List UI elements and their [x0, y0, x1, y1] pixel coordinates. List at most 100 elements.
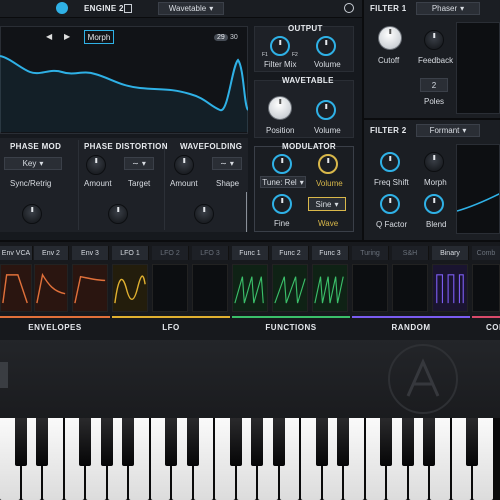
- filter2-type-dropdown[interactable]: Formant ▾: [416, 124, 480, 137]
- tab-env-vca[interactable]: Env VCA: [0, 246, 33, 260]
- black-key[interactable]: [423, 418, 435, 466]
- tab-func-3[interactable]: Func 3: [312, 246, 349, 260]
- black-keys[interactable]: [0, 418, 500, 466]
- prev-arrow-icon[interactable]: ◀: [46, 32, 52, 41]
- pd-knob[interactable]: [108, 204, 128, 224]
- tab-binary[interactable]: Binary: [432, 246, 469, 260]
- blend-knob[interactable]: [424, 194, 444, 214]
- filter1-type-dropdown[interactable]: Phaser ▾: [416, 2, 480, 15]
- q-factor-knob[interactable]: [380, 194, 400, 214]
- func-1-slot[interactable]: [232, 264, 268, 312]
- black-key[interactable]: [79, 418, 91, 466]
- pd-amount-knob[interactable]: [86, 155, 106, 175]
- wavetable-title: WAVETABLE: [282, 76, 334, 85]
- env-3-slot[interactable]: [72, 264, 108, 312]
- freq-shift-knob[interactable]: [380, 152, 400, 172]
- tab-lfo-1[interactable]: LFO 1: [112, 246, 149, 260]
- sync-retrig-label: Sync/Retrig: [10, 179, 52, 188]
- wf-knob[interactable]: [194, 204, 214, 224]
- tab-func-1[interactable]: Func 1: [232, 246, 269, 260]
- black-key[interactable]: [380, 418, 392, 466]
- section-envelopes: ENVELOPES: [28, 322, 82, 332]
- modulator-volume-knob[interactable]: [318, 154, 338, 174]
- wave-shape-label: Sine: [315, 199, 332, 209]
- black-key[interactable]: [272, 418, 285, 466]
- func-2-slot[interactable]: [272, 264, 308, 312]
- black-key[interactable]: [36, 418, 48, 466]
- black-key[interactable]: [466, 418, 478, 466]
- black-key[interactable]: [122, 418, 134, 466]
- tab-env-3[interactable]: Env 3: [72, 246, 109, 260]
- phase-mod-knob[interactable]: [22, 204, 42, 224]
- sh-slot[interactable]: [392, 264, 428, 312]
- filter1-graph: [456, 22, 500, 114]
- phase-distortion-title: PHASE DISTORTION: [84, 142, 168, 151]
- tune-mode-dropdown[interactable]: Tune: Rel ▾: [260, 176, 306, 188]
- black-key[interactable]: [229, 418, 242, 466]
- q-factor-label: Q Factor: [376, 220, 408, 229]
- black-key[interactable]: [14, 418, 27, 466]
- filter2-title: FILTER 2: [370, 126, 407, 135]
- tab-lfo-3[interactable]: LFO 3: [192, 246, 229, 260]
- position-knob[interactable]: [268, 96, 292, 120]
- engine2-power-icon[interactable]: [344, 3, 354, 13]
- binary-slot[interactable]: [432, 264, 468, 312]
- wf-amount-knob[interactable]: [174, 155, 194, 175]
- comb-slot[interactable]: [472, 264, 500, 312]
- cutoff-knob[interactable]: [378, 26, 402, 50]
- tab-comb[interactable]: Comb: [472, 246, 500, 260]
- tab-lfo-2[interactable]: LFO 2: [152, 246, 189, 260]
- poles-value[interactable]: 2: [420, 78, 448, 92]
- counter-a: 29: [214, 34, 228, 41]
- output-volume-knob[interactable]: [316, 36, 336, 56]
- waveform-graph: [0, 55, 248, 132]
- tab-env-2[interactable]: Env 2: [34, 246, 69, 260]
- lfo-2-slot[interactable]: [152, 264, 188, 312]
- pd-amount-label: Amount: [84, 179, 112, 188]
- wf-shape-dropdown[interactable]: ∼ ▾: [212, 157, 242, 170]
- black-key[interactable]: [401, 418, 414, 466]
- poles-label: Poles: [424, 97, 445, 106]
- power-icon[interactable]: [56, 2, 68, 14]
- wave-shape-dropdown[interactable]: Sine ▾: [308, 197, 346, 211]
- feedback-knob[interactable]: [424, 30, 444, 50]
- filter2-type-label: Formant: [429, 126, 460, 135]
- copy-icon[interactable]: [124, 4, 132, 13]
- next-arrow-icon[interactable]: ▶: [64, 32, 70, 41]
- section-lfo: LFO: [162, 322, 180, 332]
- engine2-mode-dropdown[interactable]: Wavetable ▾: [158, 2, 224, 15]
- section-random: RANDOM: [391, 322, 431, 332]
- tab-turing[interactable]: Turing: [352, 246, 389, 260]
- piano-keyboard[interactable]: [0, 418, 500, 500]
- tab-func-2[interactable]: Func 2: [272, 246, 309, 260]
- turing-slot[interactable]: [352, 264, 388, 312]
- filter1-title: FILTER 1: [370, 4, 407, 13]
- black-key[interactable]: [100, 418, 113, 466]
- engine2-title: ENGINE 2: [84, 4, 124, 13]
- black-key[interactable]: [315, 418, 328, 466]
- env-vca-slot[interactable]: [0, 264, 32, 312]
- fine-knob[interactable]: [272, 194, 292, 214]
- tune-knob[interactable]: [272, 154, 292, 174]
- morph-button[interactable]: Morph: [84, 30, 114, 44]
- routing-line: [246, 192, 247, 232]
- tab-sh[interactable]: S&H: [392, 246, 429, 260]
- morph-knob[interactable]: [424, 152, 444, 172]
- wavetable-volume-knob[interactable]: [316, 100, 336, 120]
- filter-mix-knob[interactable]: [270, 36, 290, 56]
- black-key[interactable]: [337, 418, 349, 466]
- phase-mod-key-dropdown[interactable]: Key ▾: [4, 157, 62, 170]
- fine-label: Fine: [274, 219, 290, 228]
- lfo-3-slot[interactable]: [192, 264, 228, 312]
- wave-icon: ∼: [132, 159, 139, 168]
- lfo-1-slot[interactable]: [112, 264, 148, 312]
- pd-target-dropdown[interactable]: ∼ ▾: [124, 157, 154, 170]
- black-key[interactable]: [165, 418, 177, 466]
- func-3-slot[interactable]: [312, 264, 348, 312]
- divider: [78, 140, 79, 230]
- phase-mod-title: PHASE MOD: [10, 142, 62, 151]
- env-2-slot[interactable]: [34, 264, 68, 312]
- black-key[interactable]: [251, 418, 263, 466]
- chevron-down-icon: ▾: [460, 4, 465, 13]
- black-key[interactable]: [186, 418, 199, 466]
